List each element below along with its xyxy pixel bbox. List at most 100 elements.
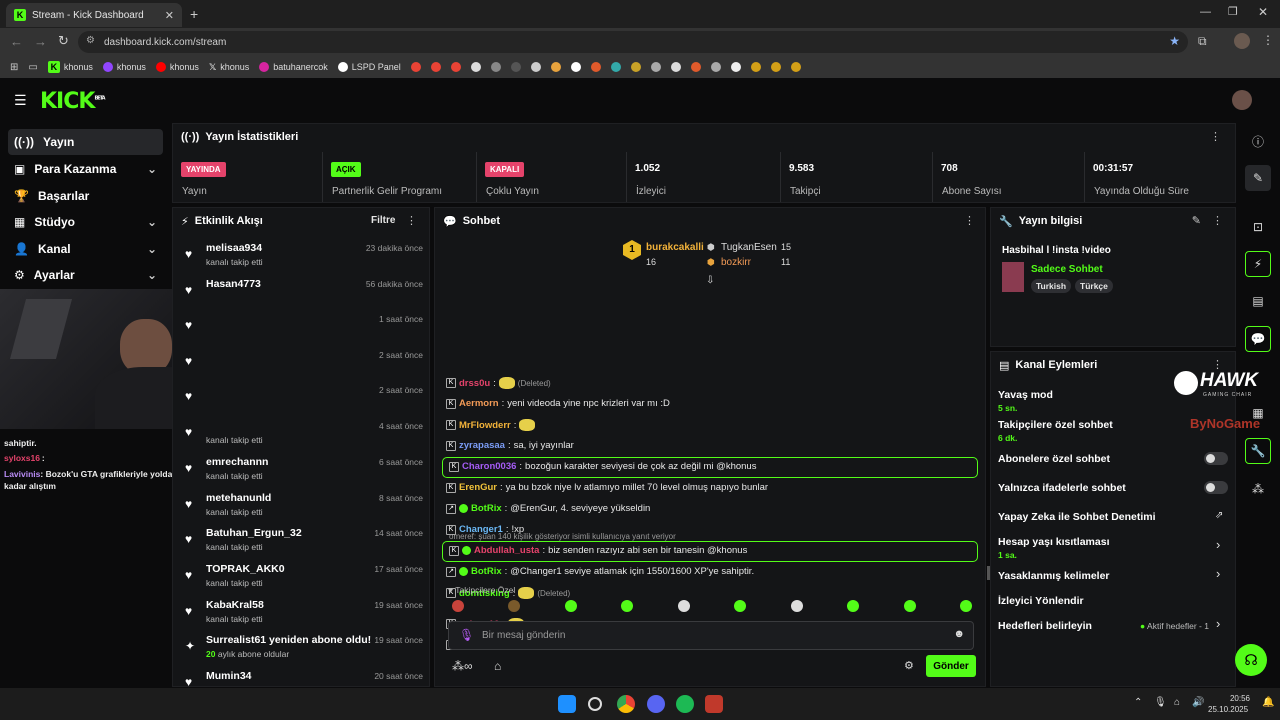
- chrome-icon[interactable]: [617, 695, 635, 713]
- back-icon[interactable]: ←: [10, 34, 23, 49]
- event-row[interactable]: ♥ kanalı takip etti 4 saat önce: [183, 418, 423, 450]
- emotes-only-toggle[interactable]: [1204, 481, 1228, 494]
- event-row[interactable]: ♥ Mumin34 20 saat önce: [183, 668, 423, 686]
- event-row[interactable]: ♥ Batuhan_Ergun_32 kanalı takip etti 14 saa…: [183, 525, 423, 557]
- send-button[interactable]: Gönder: [926, 655, 976, 677]
- sidebar-item-para-kazanma[interactable]: ▣ Para Kazanma ⌄: [8, 156, 163, 182]
- bookmark-icon[interactable]: [570, 62, 581, 72]
- chat-username[interactable]: Aermorn: [459, 398, 499, 409]
- gmail-icon[interactable]: [430, 62, 441, 72]
- tray-chevron-icon[interactable]: ⌃: [1134, 697, 1142, 708]
- new-tab-icon[interactable]: +: [190, 6, 198, 22]
- chat-username[interactable]: zyrapasaa: [459, 440, 505, 451]
- event-row[interactable]: ♥ 2 saat önce: [183, 382, 423, 414]
- bookmark-youtube[interactable]: khonus: [155, 62, 199, 72]
- menu-icon[interactable]: ⋮: [1262, 33, 1274, 47]
- top-gifter-1[interactable]: burakcakalli: [646, 242, 704, 253]
- category-link[interactable]: Sadece Sohbet: [1031, 264, 1103, 275]
- profile-avatar[interactable]: [1234, 33, 1250, 49]
- bookmark-kick[interactable]: Kkhonus: [47, 61, 93, 73]
- chat-username[interactable]: ErenGur: [459, 482, 497, 493]
- layout-icon[interactable]: ▦: [1245, 400, 1271, 426]
- emote-icon[interactable]: [847, 600, 860, 612]
- event-row[interactable]: ✦ Surrealist61 yeniden abone oldu! 20 aylı…: [183, 632, 423, 664]
- chat-message[interactable]: Kdrss0u: (Deleted): [446, 377, 551, 389]
- goals-row[interactable]: Hedefleri belirleyin: [998, 620, 1092, 632]
- event-row[interactable]: ♥ metehanunld kanalı takip etti 8 saat önce: [183, 490, 423, 522]
- top-gifter-3[interactable]: bozkirr: [721, 257, 751, 268]
- chat-input[interactable]: 🎙 Bir mesaj gönderin ☻: [448, 621, 974, 650]
- banned-words-row[interactable]: Yasaklanmış kelimeler: [998, 570, 1110, 582]
- obs-icon[interactable]: [705, 695, 723, 713]
- minimize-icon[interactable]: —: [1200, 6, 1211, 18]
- account-age-row[interactable]: Hesap yaşı kısıtlaması 1 sa.: [998, 536, 1110, 560]
- bookmark-lspd[interactable]: LSPD Panel: [337, 62, 401, 72]
- raid-row[interactable]: İzleyici Yönlendir: [998, 595, 1084, 607]
- chat-username[interactable]: Abdullah_usta: [474, 545, 539, 556]
- windows-start-icon[interactable]: [558, 695, 576, 713]
- chat-settings-icon[interactable]: ⚙: [904, 659, 914, 672]
- sidebar-item-studyo[interactable]: ▦ Stüdyo ⌄: [8, 209, 163, 235]
- bookmark-icon[interactable]: [550, 62, 561, 72]
- bookmark-icon[interactable]: [710, 62, 721, 72]
- reload-icon[interactable]: ↻: [58, 33, 69, 49]
- sidebar-item-yayin[interactable]: ((·)) Yayın: [8, 129, 163, 155]
- event-row[interactable]: ♥ 1 saat önce: [183, 311, 423, 343]
- slow-mode-row[interactable]: Yavaş mod 5 sn.: [998, 389, 1053, 413]
- emotes-only-row[interactable]: Yalnızca ifadelerle sohbet: [998, 482, 1126, 494]
- gmail-icon[interactable]: [450, 62, 461, 72]
- stats-menu-icon[interactable]: ⋮: [1210, 130, 1221, 143]
- activity-menu-icon[interactable]: ⋮: [406, 214, 417, 227]
- network-icon[interactable]: ⌂: [1174, 697, 1180, 708]
- chat-tools-icon[interactable]: ⁂∞: [452, 659, 473, 673]
- bookmark-icon[interactable]: [630, 62, 641, 72]
- chat-message[interactable]: ↗ BotRix: @ErenGur, 4. seviyeye yükseldin: [446, 503, 650, 514]
- emote-icon[interactable]: [790, 600, 803, 612]
- bookmark-icon[interactable]: [590, 62, 601, 72]
- emote-icon[interactable]: [508, 600, 521, 612]
- chat-username[interactable]: BotRix: [471, 566, 502, 577]
- emote-icon[interactable]: [959, 600, 972, 612]
- event-row[interactable]: ♥ Hasan4773 56 dakika önce: [183, 276, 423, 308]
- bookmark-icon[interactable]: [470, 62, 481, 72]
- sidebar-item-basarilar[interactable]: 🏆 Başarılar: [8, 183, 163, 209]
- clock-date[interactable]: 25.10.2025: [1208, 705, 1248, 714]
- chat-message[interactable]: K Aermorn: yeni videoda yine npc krizleri …: [446, 398, 670, 409]
- subscribers-only-toggle[interactable]: [1204, 452, 1228, 465]
- search-icon[interactable]: [588, 697, 602, 711]
- bookmark-star-icon[interactable]: ★: [1169, 34, 1180, 48]
- subscribers-only-row[interactable]: Abonelere özel sohbet: [998, 453, 1110, 465]
- chat-message[interactable]: K Charon0036: bozoğun karakter seviyesi de…: [449, 461, 756, 472]
- forward-icon[interactable]: →: [34, 34, 47, 49]
- external-link-icon[interactable]: ⇗: [1215, 510, 1223, 521]
- emote-icon[interactable]: [452, 600, 464, 612]
- gmail-icon[interactable]: [410, 62, 421, 72]
- chat-message[interactable]: K MrFlowderr:: [446, 419, 538, 431]
- emoji-icon[interactable]: ☻: [953, 628, 965, 640]
- extensions-icon[interactable]: ⧉: [1198, 34, 1207, 49]
- event-row[interactable]: ♥ TOPRAK_AKK0 kanalı takip etti 17 saat önc…: [183, 561, 423, 593]
- bookmark-icon[interactable]: [770, 62, 781, 72]
- bookmark-icon[interactable]: [650, 62, 661, 72]
- chat-menu-icon[interactable]: ⋮: [964, 214, 975, 227]
- mic-icon[interactable]: 🎙: [459, 628, 474, 642]
- chat-username[interactable]: MrFlowderr: [459, 420, 511, 431]
- emote-icon[interactable]: [903, 600, 916, 612]
- mic-tray-icon[interactable]: 🎙: [1154, 697, 1167, 708]
- bookmark-instagram[interactable]: batuhanercok: [259, 62, 328, 72]
- apps-grid-icon[interactable]: ⊞: [10, 62, 18, 73]
- bookmark-icon[interactable]: [510, 62, 521, 72]
- store-icon[interactable]: ⌂: [494, 659, 501, 673]
- close-tab-icon[interactable]: ✕: [165, 9, 174, 22]
- support-headset-icon[interactable]: ☊: [1235, 644, 1267, 676]
- bookmark-icon[interactable]: [750, 62, 761, 72]
- chat-message[interactable]: ↗ BotRix: @Changer1 seviye atlamak için 15…: [446, 566, 754, 577]
- chat-message[interactable]: Kzyrapasaa: sa, iyi yayınlar: [446, 440, 574, 451]
- chat-username[interactable]: Charon0036: [462, 461, 516, 472]
- apps-rail-icon[interactable]: ⁂: [1245, 476, 1271, 502]
- bookmark-icon[interactable]: [790, 62, 801, 72]
- ai-moderation-row[interactable]: Yapay Zeka ile Sohbet Denetimi: [998, 511, 1156, 523]
- edit-rail-icon[interactable]: ✎: [1245, 165, 1271, 191]
- chevron-right-icon[interactable]: ›: [1216, 537, 1220, 552]
- spotify-icon[interactable]: [676, 695, 694, 713]
